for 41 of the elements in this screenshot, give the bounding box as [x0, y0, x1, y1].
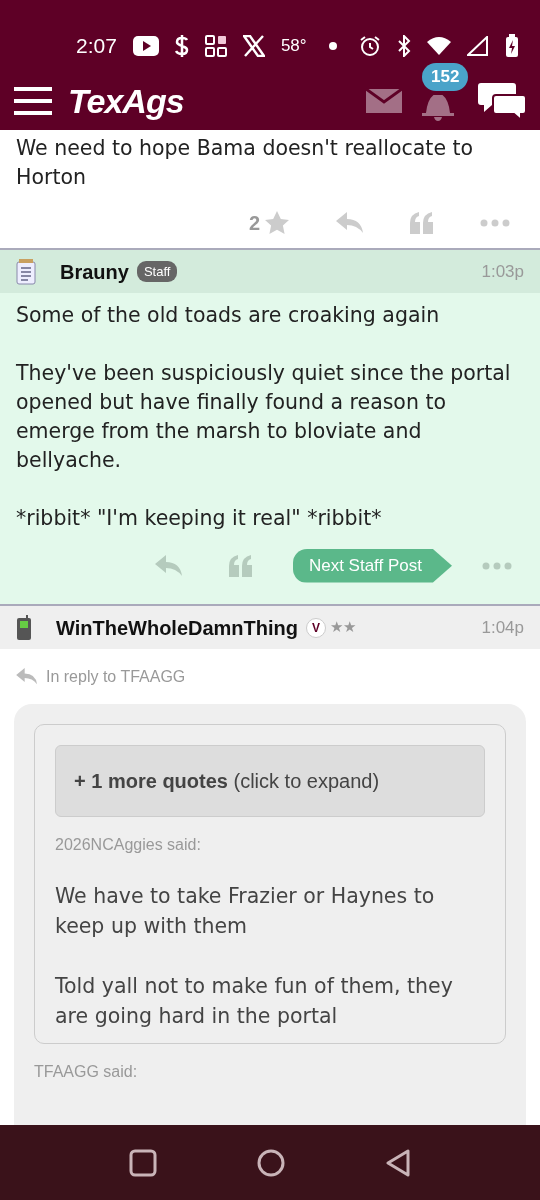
quote-author: 2026NCAggies said:	[55, 835, 202, 855]
star-count: 2	[248, 211, 260, 236]
author-name[interactable]: Brauny	[60, 256, 129, 287]
notification-count: 152	[422, 63, 469, 91]
chat-icon[interactable]	[478, 81, 526, 121]
post-paragraph: Some of the old toads are croaking again	[16, 302, 441, 329]
quote-paragraph: Told yall not to make fun of them, they are going hard in the portal	[55, 973, 454, 1030]
post-time: 1:04p	[481, 616, 524, 639]
home-icon[interactable]	[257, 1148, 285, 1177]
author-name[interactable]: WinTheWholeDamnThing	[56, 612, 298, 643]
dot-icon	[328, 42, 337, 50]
verified-badge: V	[306, 617, 326, 638]
staff-badge: Staff	[136, 260, 178, 283]
menu-icon[interactable]	[14, 87, 52, 115]
grid-icon	[204, 35, 227, 57]
rank-stars: ★★	[330, 617, 356, 638]
logo[interactable]: TexAgs	[68, 75, 184, 127]
phone-icon	[16, 614, 32, 641]
quote-author: TFAAGG said:	[34, 1062, 139, 1082]
post-time: 1:03p	[481, 260, 524, 283]
alarm-icon	[358, 35, 381, 57]
expand-quotes-button[interactable]: + 1 more quotes (click to expand)	[55, 745, 485, 817]
reply-icon	[16, 668, 38, 685]
post-paragraph: *ribbit* "I'm keeping it real" *ribbit*	[16, 505, 383, 532]
back-icon[interactable]	[385, 1148, 411, 1177]
mail-icon[interactable]	[366, 89, 402, 113]
x-icon	[242, 35, 265, 57]
quote-paragraph: We have to take Frazier or Haynes to keep up with them	[55, 883, 436, 940]
dollar-icon	[174, 35, 189, 57]
bluetooth-icon	[396, 35, 411, 57]
star-icon[interactable]	[264, 211, 290, 235]
recents-icon[interactable]	[129, 1148, 157, 1177]
play-icon	[132, 36, 159, 56]
signal-icon	[466, 36, 489, 56]
temperature-text: 58°	[280, 35, 307, 58]
battery-icon	[504, 34, 519, 58]
status-time: 2:07	[76, 33, 117, 60]
wifi-icon	[426, 36, 451, 56]
notepad-icon	[16, 258, 36, 285]
post-paragraph: They've been suspiciously quiet since the portal opened but have finally found a reason to emerge from the marsh to bloviate and bellyache.	[16, 360, 512, 474]
post-text: We need to hope Bama doesn't reallocate to Horton	[16, 135, 475, 191]
